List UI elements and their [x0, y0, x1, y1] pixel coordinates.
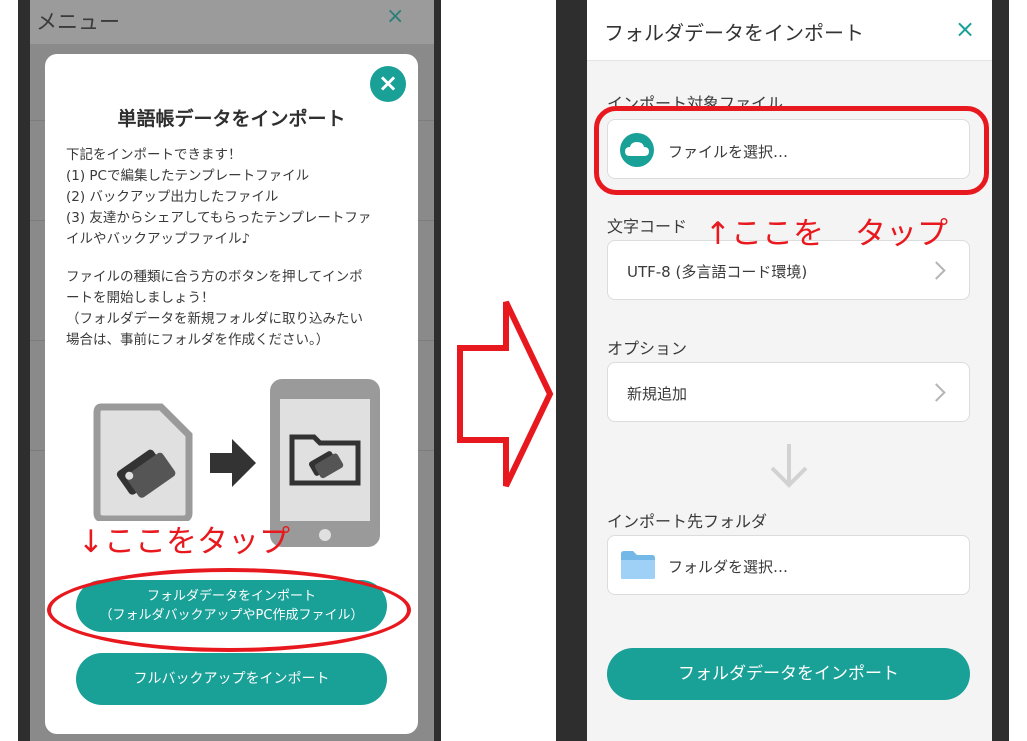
tap-annotation-left: ↓ここをタップ	[78, 524, 290, 560]
dest-folder-value: フォルダを選択…	[668, 558, 789, 576]
description-line: ートを開始しましょう！	[66, 290, 215, 306]
close-icon[interactable]: ×	[370, 66, 406, 102]
description-line: 場合は、事前にフォルダを作成ください。）	[66, 332, 330, 348]
encoding-value: UTF-8 (多言語コード環境)	[627, 263, 808, 281]
option-value: 新規追加	[627, 385, 688, 403]
description-line: (3) 友達からシェアしてもらったテンプレートファ	[66, 210, 372, 226]
page-title: フォルダデータをインポート	[604, 21, 864, 45]
highlight-box-right	[594, 106, 989, 195]
menu-title: メニュー	[36, 10, 120, 34]
description-line: 下記をインポートできます！	[66, 147, 242, 163]
description-line: イルやバックアップファイル♪	[66, 231, 251, 247]
option-label: オプション	[607, 339, 688, 358]
import-button[interactable]: フォルダデータをインポート	[607, 648, 970, 700]
dest-folder-field[interactable]	[607, 535, 970, 595]
menu-close-icon[interactable]: ×	[386, 4, 404, 29]
arrow-down-icon	[770, 444, 808, 488]
tap-annotation-right: ↑ここを タップ	[705, 216, 948, 252]
transition-arrow-icon	[457, 300, 554, 488]
close-icon[interactable]: ×	[955, 15, 975, 43]
description-line: （フォルダデータを新規フォルダに取り込みたい	[66, 311, 363, 327]
description-line: ファイルの種類に合う方のボタンを押してインポ	[66, 269, 363, 285]
encoding-label: 文字コード	[607, 217, 688, 236]
dest-folder-label: インポート先フォルダ	[607, 512, 768, 531]
description-line: (1) PCで編集したテンプレートファイル	[66, 168, 310, 184]
arrow-right-icon	[210, 439, 256, 487]
full-backup-import-button[interactable]: フルバックアップをインポート	[76, 653, 387, 705]
document-tag-icon	[93, 403, 193, 521]
highlight-oval-left	[47, 568, 411, 652]
folder-icon	[621, 551, 655, 579]
modal-title: 単語帳データをインポート	[117, 108, 346, 130]
description-line: (2) バックアップ出力したファイル	[66, 189, 279, 205]
